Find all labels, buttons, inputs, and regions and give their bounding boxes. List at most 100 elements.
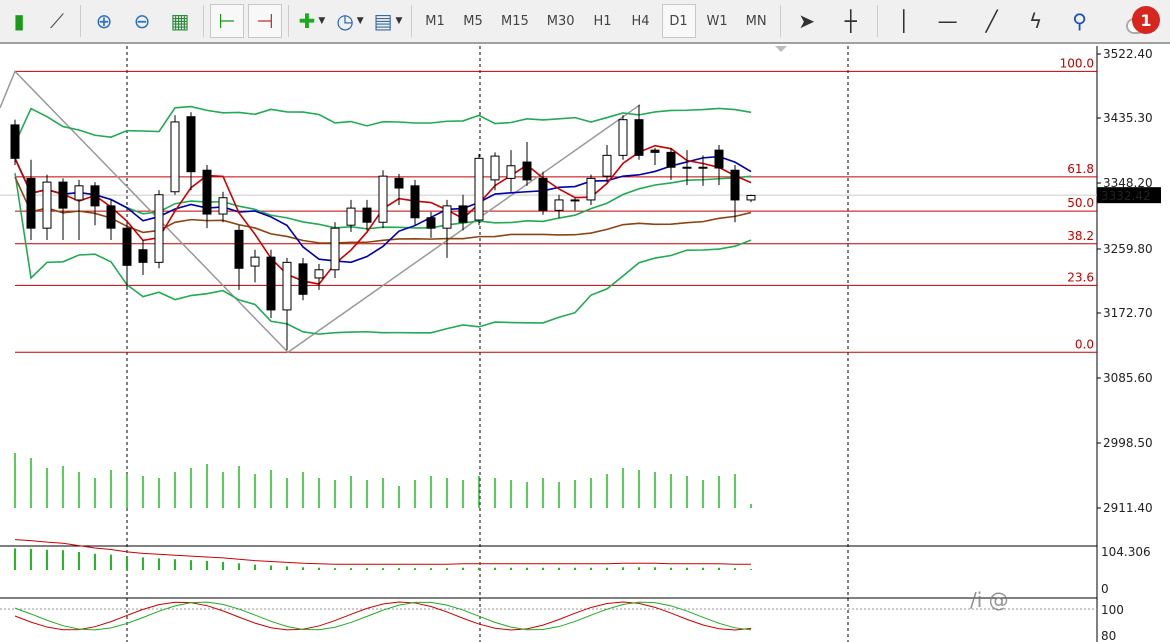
search-icon: ⚲ bbox=[1072, 9, 1087, 33]
price-axis-label: 3085.60 bbox=[1103, 371, 1153, 385]
chart-shift-icon: ⊣ bbox=[256, 9, 274, 33]
notification-badge[interactable]: 1 bbox=[1132, 6, 1160, 34]
trendline-tool[interactable]: ╱ bbox=[972, 4, 1012, 38]
macd-axis-label: 104.306 bbox=[1101, 545, 1151, 559]
trendline-icon: ╱ bbox=[985, 9, 998, 33]
bull-candle bbox=[330, 227, 340, 271]
dropdown-caret-icon[interactable]: ▼ bbox=[318, 16, 325, 26]
macd-axis-label: 0 bbox=[1101, 582, 1109, 596]
toolbar-separator bbox=[80, 5, 81, 37]
fibo-tools-tool[interactable]: ϟ bbox=[1016, 4, 1056, 38]
bear-candle bbox=[650, 149, 660, 153]
zoom-out-button[interactable]: ⊖ bbox=[125, 4, 159, 38]
price-axis-label: 2998.50 bbox=[1103, 436, 1153, 450]
periods-clock-button[interactable]: ◷ ▼ bbox=[333, 4, 367, 38]
toolbar-separator bbox=[203, 5, 204, 37]
zoom-out-icon: ⊖ bbox=[133, 9, 151, 33]
stoch-axis-label: 100 bbox=[1101, 603, 1124, 617]
stoch-main-line bbox=[14, 601, 752, 631]
timeframe-d1[interactable]: D1 bbox=[661, 4, 696, 38]
cursor-icon: ➤ bbox=[798, 9, 815, 33]
fib-level-label: 61.8 bbox=[1067, 162, 1094, 176]
chart-shift-button[interactable]: ⊣ bbox=[248, 4, 282, 38]
timeframe-h4[interactable]: H4 bbox=[624, 4, 658, 38]
macd-signal-line bbox=[14, 539, 751, 565]
dropdown-caret-icon[interactable]: ▼ bbox=[357, 16, 364, 26]
dropdown-caret-icon[interactable]: ▼ bbox=[395, 16, 402, 26]
timeframe-w1[interactable]: W1 bbox=[700, 4, 735, 38]
bear-candle bbox=[138, 249, 148, 263]
bull-candle bbox=[218, 197, 228, 215]
current-price-label: 3332.42 bbox=[1101, 189, 1151, 203]
bull-candle bbox=[490, 155, 500, 181]
fib-level-label: 0.0 bbox=[1075, 337, 1094, 351]
templates-button[interactable]: ▤ ▼ bbox=[371, 4, 405, 38]
fibo-tools-icon: ϟ bbox=[1029, 9, 1043, 33]
line-chart-button[interactable]: ⟋ bbox=[40, 4, 74, 38]
toolbar-separator bbox=[288, 5, 289, 37]
timeframe-mn[interactable]: MN bbox=[739, 4, 774, 38]
search-tool[interactable]: ⚲ bbox=[1060, 4, 1100, 38]
bull-candle bbox=[346, 207, 356, 226]
zoom-in-icon: ⊕ bbox=[95, 9, 113, 33]
bear-candle bbox=[522, 161, 532, 181]
price-axis-label: 3522.40 bbox=[1103, 47, 1153, 61]
timeframe-m15[interactable]: M15 bbox=[494, 4, 536, 38]
bear-candle bbox=[666, 151, 676, 168]
price-axis-label: 2911.40 bbox=[1103, 501, 1153, 515]
timeframe-m30[interactable]: M30 bbox=[540, 4, 582, 38]
autoscroll-icon: ⊢ bbox=[218, 9, 236, 33]
new-indicator-icon: ✚ bbox=[298, 9, 316, 33]
bear-candle bbox=[234, 229, 244, 269]
bull-candle bbox=[586, 177, 596, 201]
watermark: /ⅰ @ bbox=[970, 588, 1009, 612]
bull-candle bbox=[698, 166, 708, 169]
bull-candle bbox=[506, 165, 516, 179]
horizontal-line-tool[interactable]: — bbox=[928, 4, 968, 38]
bear-candle bbox=[458, 205, 468, 223]
bear-candle bbox=[538, 177, 548, 211]
bear-candle bbox=[634, 119, 644, 156]
bull-candle bbox=[746, 194, 756, 201]
bear-candle bbox=[186, 116, 196, 173]
new-indicator-button[interactable]: ✚ ▼ bbox=[295, 4, 329, 38]
timeframe-m5[interactable]: M5 bbox=[456, 4, 490, 38]
bear-candle bbox=[410, 185, 420, 219]
zoom-in-button[interactable]: ⊕ bbox=[87, 4, 121, 38]
bull-candle bbox=[682, 166, 692, 169]
autoscroll-button[interactable]: ⊢ bbox=[210, 4, 244, 38]
stoch-axis-label: 80 bbox=[1101, 629, 1116, 642]
toolbar-separator bbox=[779, 5, 781, 37]
bear-candle bbox=[122, 227, 132, 266]
vertical-line-tool[interactable]: │ bbox=[884, 4, 924, 38]
bear-candle bbox=[298, 263, 308, 295]
bar-chart-button[interactable]: ▮ bbox=[2, 4, 36, 38]
templates-icon: ▤ bbox=[373, 9, 393, 33]
price-chart[interactable]: 100.0 61.8 50.0 38.2 23.6 0.0 3522.40 3435.30 33… bbox=[0, 46, 1170, 642]
cursor-tool[interactable]: ➤ bbox=[787, 4, 827, 38]
bull-candle bbox=[282, 261, 292, 311]
price-axis-label: 3435.30 bbox=[1103, 111, 1153, 125]
crosshair-icon: ┼ bbox=[844, 9, 857, 33]
tile-windows-button[interactable]: ▦ bbox=[163, 4, 197, 38]
timeframe-m1[interactable]: M1 bbox=[418, 4, 452, 38]
line-chart-icon: ⟋ bbox=[50, 9, 64, 33]
bar-chart-icon: ▮ bbox=[13, 9, 25, 33]
bear-candle bbox=[58, 181, 68, 209]
timeframe-h1[interactable]: H1 bbox=[586, 4, 620, 38]
crosshair-tool[interactable]: ┼ bbox=[831, 4, 871, 38]
bear-candle bbox=[714, 149, 724, 169]
chart-shift-marker bbox=[775, 46, 787, 52]
price-axis-label: 3259.80 bbox=[1103, 242, 1153, 256]
horizontal-line-icon: — bbox=[937, 9, 958, 33]
bear-candle bbox=[730, 169, 740, 201]
fib-level-label: 100.0 bbox=[1060, 56, 1094, 70]
bull-candle bbox=[170, 121, 180, 193]
bear-candle bbox=[106, 205, 116, 229]
bear-candle bbox=[202, 169, 212, 215]
bull-candle bbox=[250, 256, 260, 267]
bear-candle bbox=[26, 177, 36, 229]
bull-candle bbox=[154, 194, 164, 263]
fib-level-label: 38.2 bbox=[1067, 229, 1094, 243]
fib-level-label: 23.6 bbox=[1067, 270, 1094, 284]
